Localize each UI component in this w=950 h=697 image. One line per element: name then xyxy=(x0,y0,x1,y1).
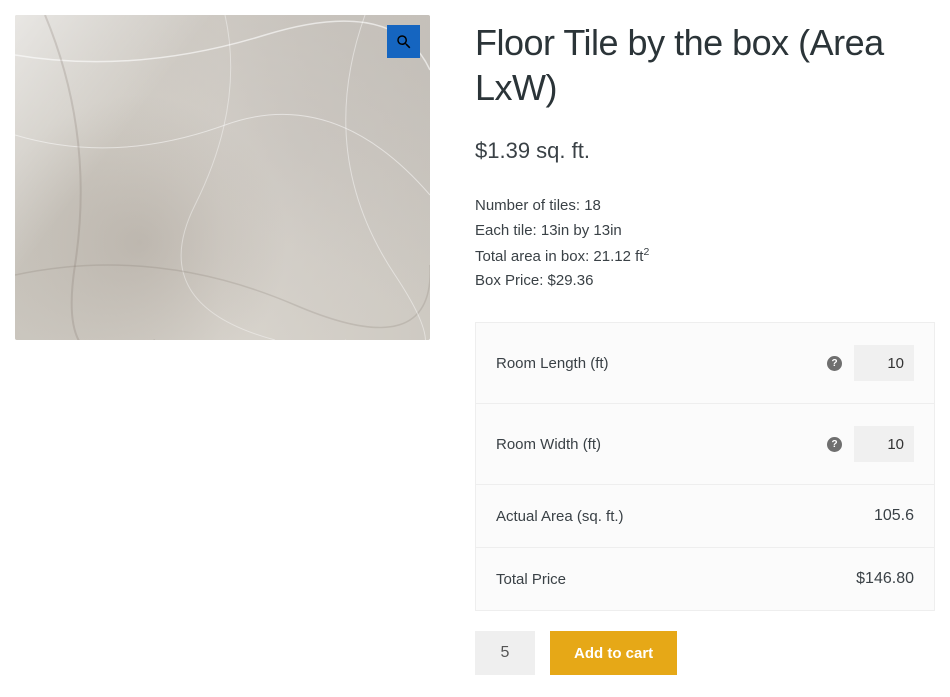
row-actual-area: Actual Area (sq. ft.) 105.6 xyxy=(476,485,934,548)
calculator-form: Room Length (ft) ? Room Width (ft) ? Act… xyxy=(475,322,935,611)
help-icon[interactable]: ? xyxy=(827,437,842,452)
tile-veins xyxy=(15,15,430,340)
actual-area-label: Actual Area (sq. ft.) xyxy=(496,508,874,525)
actual-area-value: 105.6 xyxy=(874,507,914,525)
product-image[interactable] xyxy=(15,15,430,340)
room-length-input[interactable] xyxy=(854,345,914,381)
add-to-cart-button[interactable]: Add to cart xyxy=(550,631,677,675)
total-price-label: Total Price xyxy=(496,571,856,588)
meta-box-price: Box Price: $29.36 xyxy=(475,269,935,294)
product-meta: Number of tiles: 18 Each tile: 13in by 1… xyxy=(475,194,935,294)
details-column: Floor Tile by the box (Area LxW) $1.39 s… xyxy=(475,15,935,675)
product-price: $1.39 sq. ft. xyxy=(475,138,935,164)
total-price-value: $146.80 xyxy=(856,570,914,588)
cart-row: Add to cart xyxy=(475,631,935,675)
row-total-price: Total Price $146.80 xyxy=(476,548,934,610)
image-column xyxy=(15,15,430,675)
meta-each-tile: Each tile: 13in by 13in xyxy=(475,219,935,244)
quantity-input[interactable] xyxy=(475,631,535,675)
magnify-icon xyxy=(395,33,413,51)
zoom-button[interactable] xyxy=(387,25,420,58)
help-icon[interactable]: ? xyxy=(827,356,842,371)
room-width-label: Room Width (ft) xyxy=(496,436,827,453)
row-room-length: Room Length (ft) ? xyxy=(476,323,934,404)
meta-total-area: Total area in box: 21.12 ft2 xyxy=(475,244,935,270)
meta-tiles: Number of tiles: 18 xyxy=(475,194,935,219)
room-width-input[interactable] xyxy=(854,426,914,462)
room-length-label: Room Length (ft) xyxy=(496,355,827,372)
row-room-width: Room Width (ft) ? xyxy=(476,404,934,485)
product-title: Floor Tile by the box (Area LxW) xyxy=(475,20,935,110)
product-page: Floor Tile by the box (Area LxW) $1.39 s… xyxy=(0,0,950,690)
